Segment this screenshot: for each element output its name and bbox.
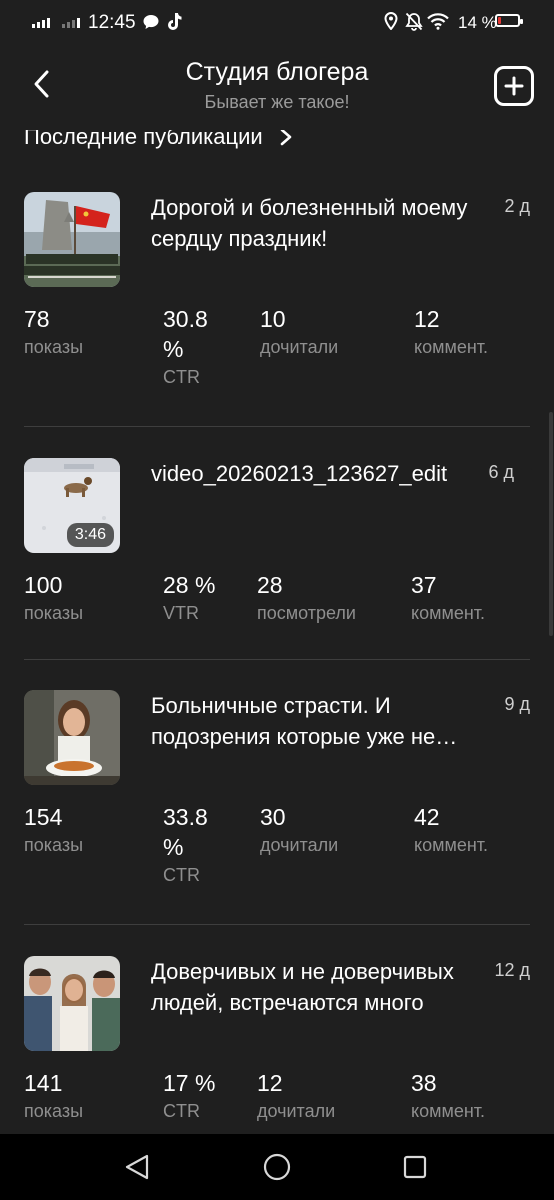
post-card[interactable]: Больничные страсти. И подозрения которые… [24, 690, 530, 900]
post-age: 12 д [494, 960, 530, 980]
post-card[interactable]: Доверчивых и не доверчивых людей, встреч… [24, 956, 530, 1134]
stat-read-through: 30 дочитали [260, 802, 338, 858]
bell-off-icon [405, 12, 423, 31]
stat-label: коммент. [414, 835, 489, 855]
stat-value: 30 [260, 804, 286, 830]
clock: 12:45 [88, 12, 136, 33]
stat-impressions: 154 показы [24, 802, 83, 858]
stat-value: 78 [24, 306, 50, 332]
stat-label: коммент. [411, 1101, 486, 1121]
post-age: 6 д [488, 462, 514, 482]
stat-label: дочитали [260, 835, 339, 855]
stat-impressions: 100 показы [24, 570, 83, 626]
stat-value: 141 [24, 1070, 63, 1096]
page-title: Студия блогера [185, 58, 369, 86]
post-title: Дорогой и болезненный моему сердцу празд… [151, 195, 468, 251]
stat-label: дочитали [260, 337, 339, 357]
stat-label: CTR [163, 1101, 200, 1121]
location-icon [384, 12, 398, 30]
stat-value: 100 [24, 572, 63, 598]
divider [24, 659, 530, 660]
publications-list[interactable]: Последние публикации Дорогой и болезненн… [0, 130, 554, 1134]
scrollbar[interactable] [549, 412, 553, 636]
stat-value: 37 [411, 572, 437, 598]
stat-label: показы [24, 835, 84, 855]
nav-recents-button[interactable] [395, 1147, 435, 1187]
chevron-right-icon [280, 130, 291, 146]
system-navigation-bar [0, 1134, 554, 1200]
post-title: video_20260213_123627_edit [151, 461, 448, 486]
wifi-icon [427, 13, 449, 30]
stat-value: 12 [414, 306, 440, 332]
add-button[interactable] [494, 66, 534, 106]
stat-label: показы [24, 1101, 84, 1121]
post-age: 2 д [504, 196, 530, 216]
chat-icon [143, 15, 159, 29]
stat-vtr: 28 % VTR [163, 570, 215, 626]
stat-read-through: 10 дочитали [260, 304, 338, 360]
triangle-back-icon [125, 1154, 149, 1180]
stat-watched: 28 посмотрели [257, 570, 356, 626]
tiktok-icon [168, 13, 182, 30]
stat-label: коммент. [414, 337, 489, 357]
circle-home-icon [263, 1153, 291, 1181]
square-recents-icon [403, 1155, 427, 1179]
stat-label: VTR [163, 603, 199, 623]
top-app-bar: Студия блогера Бывает же такое! [0, 44, 554, 130]
section-header-recent-publications[interactable]: Последние публикации [24, 130, 293, 150]
stat-impressions: 141 показы [24, 1068, 83, 1124]
divider [24, 426, 530, 427]
stat-label: дочитали [257, 1101, 336, 1121]
stat-ctr: 17 % CTR [163, 1068, 215, 1124]
stat-value: 28 [257, 572, 283, 598]
post-title: Больничные страсти. И подозрения которые… [151, 693, 436, 749]
post-card[interactable]: Дорогой и болезненный моему сердцу празд… [24, 192, 530, 402]
nav-home-button[interactable] [257, 1147, 297, 1187]
stat-value: 42 [414, 804, 440, 830]
stat-value: 17 % [163, 1070, 216, 1096]
parade-thumbnail-image [24, 192, 120, 287]
video-duration-badge: 3:46 [66, 523, 114, 547]
stat-comments: 12 коммент. [414, 304, 488, 360]
page-subtitle: Бывает же такое! [204, 92, 350, 112]
stat-comments: 38 коммент. [411, 1068, 485, 1124]
stat-value: 28 % [163, 572, 216, 598]
signal-icon [62, 14, 80, 28]
post-thumbnail [24, 690, 120, 785]
stat-ctr: 33.8 % CTR [163, 802, 227, 888]
stat-value: 10 [260, 306, 286, 332]
stat-read-through: 12 дочитали [257, 1068, 335, 1124]
nav-back-button[interactable] [117, 1147, 157, 1187]
battery-percent: 14 % [458, 13, 497, 32]
stat-impressions: 78 показы [24, 304, 83, 360]
stat-value: 30.8 % [163, 306, 208, 362]
post-thumbnail [24, 956, 120, 1051]
post-thumbnail: 3:46 [24, 458, 120, 553]
stat-value: 38 [411, 1070, 437, 1096]
stat-label: показы [24, 603, 84, 623]
stat-comments: 42 коммент. [414, 802, 488, 858]
stat-label: CTR [163, 865, 200, 885]
post-card[interactable]: 3:46 video_20260213_123627_edit 6 д 100 … [24, 458, 530, 638]
stat-comments: 37 коммент. [411, 570, 485, 626]
signal-icon [32, 14, 50, 28]
status-bar: 12:45 14 % [0, 0, 554, 44]
post-thumbnail [24, 192, 120, 287]
section-title: Последние публикации [24, 130, 263, 149]
stat-label: посмотрели [257, 603, 356, 623]
battery-icon [495, 14, 523, 27]
stat-label: CTR [163, 367, 200, 387]
stat-value: 154 [24, 804, 63, 830]
stat-label: коммент. [411, 603, 486, 623]
woman-soup-thumbnail-image [24, 690, 120, 785]
add-square-icon [504, 76, 524, 96]
stat-ctr: 30.8 % CTR [163, 304, 227, 390]
stat-value: 33.8 % [163, 804, 208, 860]
post-title: Доверчивых и не доверчивых людей, встреч… [151, 959, 454, 1015]
people-laughing-thumbnail-image [24, 956, 120, 1051]
divider [24, 924, 530, 925]
stat-label: показы [24, 337, 84, 357]
stat-value: 12 [257, 1070, 283, 1096]
post-age: 9 д [504, 694, 530, 714]
